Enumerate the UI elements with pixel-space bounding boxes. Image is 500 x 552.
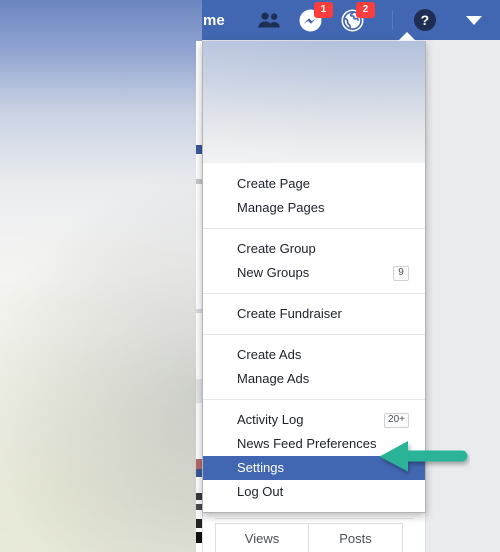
home-link-label[interactable]: me [203, 12, 225, 29]
dropdown-profile-area[interactable] [203, 41, 425, 164]
menu-item-label: Create Ads [237, 347, 302, 362]
menu-item-label: News Feed Preferences [237, 436, 377, 451]
menu-item-count-badge: 20+ [384, 412, 409, 428]
dropdown-section-pages: Create Page Manage Pages [203, 164, 425, 228]
dropdown-profile-blur [203, 41, 425, 163]
menu-item-log-out[interactable]: Log Out [203, 480, 425, 504]
facebook-top-navigation-bar: me 1 2 ? [202, 0, 500, 40]
friends-icon[interactable] [256, 7, 282, 33]
menu-item-new-groups[interactable]: New Groups 9 [203, 261, 425, 285]
messenger-icon[interactable]: 1 [298, 2, 333, 33]
notifications-unread-badge: 2 [355, 2, 375, 18]
menu-item-create-ads[interactable]: Create Ads [203, 343, 425, 367]
account-dropdown-menu: Create Page Manage Pages Create Group New G… [202, 41, 426, 513]
content-divider [215, 518, 413, 519]
dropdown-sections: Create Page Manage Pages Create Group New G… [203, 164, 425, 512]
menu-item-activity-log[interactable]: Activity Log 20+ [203, 408, 425, 432]
content-tabstrip: Views Posts [215, 523, 415, 552]
tab-posts[interactable]: Posts [309, 523, 403, 552]
menu-item-label: Manage Ads [237, 371, 310, 386]
menu-item-label: Create Fundraiser [237, 306, 342, 321]
topbar-icon-group: 1 2 ? [256, 2, 482, 33]
backdrop-veil [0, 0, 202, 552]
tab-views[interactable]: Views [215, 523, 309, 552]
menu-item-create-fundraiser[interactable]: Create Fundraiser [203, 302, 425, 326]
dropdown-section-ads: Create Ads Manage Ads [203, 334, 425, 399]
dropdown-section-groups: Create Group New Groups 9 [203, 228, 425, 293]
dropdown-section-fundraiser: Create Fundraiser [203, 293, 425, 334]
menu-item-create-page[interactable]: Create Page [203, 172, 425, 196]
menu-item-label: Create Group [237, 241, 316, 256]
menu-item-manage-ads[interactable]: Manage Ads [203, 367, 425, 391]
menu-item-label: Log Out [237, 484, 284, 499]
menu-item-label: Create Page [237, 176, 310, 191]
menu-item-news-feed-preferences[interactable]: News Feed Preferences [203, 432, 425, 456]
globe-notifications-icon[interactable]: 2 [340, 2, 375, 33]
messenger-unread-badge: 1 [313, 2, 333, 18]
tab-label: Posts [339, 530, 372, 546]
menu-item-label: Manage Pages [237, 200, 325, 215]
menu-item-manage-pages[interactable]: Manage Pages [203, 196, 425, 220]
menu-item-label: New Groups [237, 265, 310, 280]
chevron-down-icon[interactable] [465, 15, 482, 25]
menu-item-label: Activity Log [237, 412, 304, 427]
question-mark-icon[interactable]: ? [413, 9, 436, 31]
topbar-divider [391, 10, 393, 30]
dropdown-section-account: Activity Log 20+ News Feed Preferences Sett… [203, 399, 425, 512]
menu-item-settings[interactable]: Settings [203, 456, 425, 480]
menu-item-create-group[interactable]: Create Group [203, 237, 425, 261]
menu-item-count-badge: 9 [393, 265, 409, 281]
tab-label: Views [244, 530, 280, 546]
menu-item-label: Settings [237, 460, 284, 475]
